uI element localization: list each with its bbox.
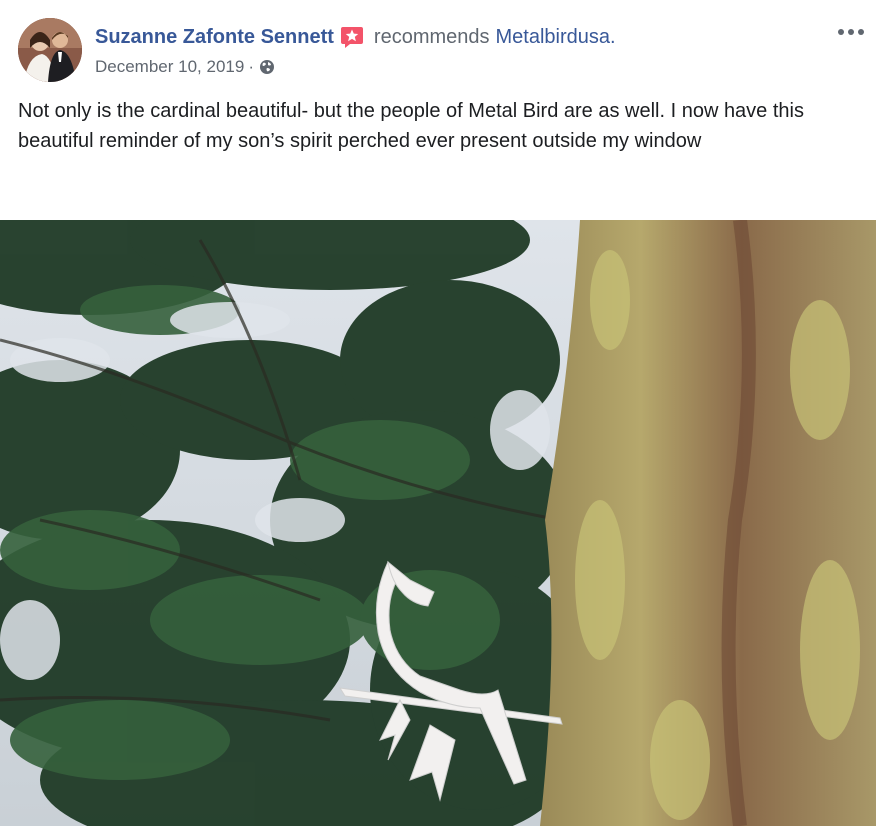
globe-icon[interactable]	[259, 59, 275, 75]
meta-separator: ·	[248, 57, 254, 76]
post-date-link[interactable]: December 10, 2019	[95, 57, 244, 77]
author-name-link[interactable]: Suzanne Zafonte Sennett	[95, 26, 334, 49]
post-photo[interactable]	[0, 220, 876, 826]
post-text: Not only is the cardinal beautiful- but …	[18, 100, 804, 152]
avatar[interactable]	[18, 18, 82, 82]
post-meta: December 10, 2019 ·	[95, 55, 275, 79]
page-name-link[interactable]: Metalbirdusa.	[496, 26, 616, 49]
recommendation-star-icon	[340, 25, 364, 49]
post-attribution: Suzanne Zafonte Sennett recommends Metal…	[95, 22, 616, 52]
recommends-label: recommends	[373, 25, 490, 48]
more-options-icon[interactable]	[834, 18, 868, 46]
post-header: Suzanne Zafonte Sennett recommends Metal…	[0, 0, 876, 100]
